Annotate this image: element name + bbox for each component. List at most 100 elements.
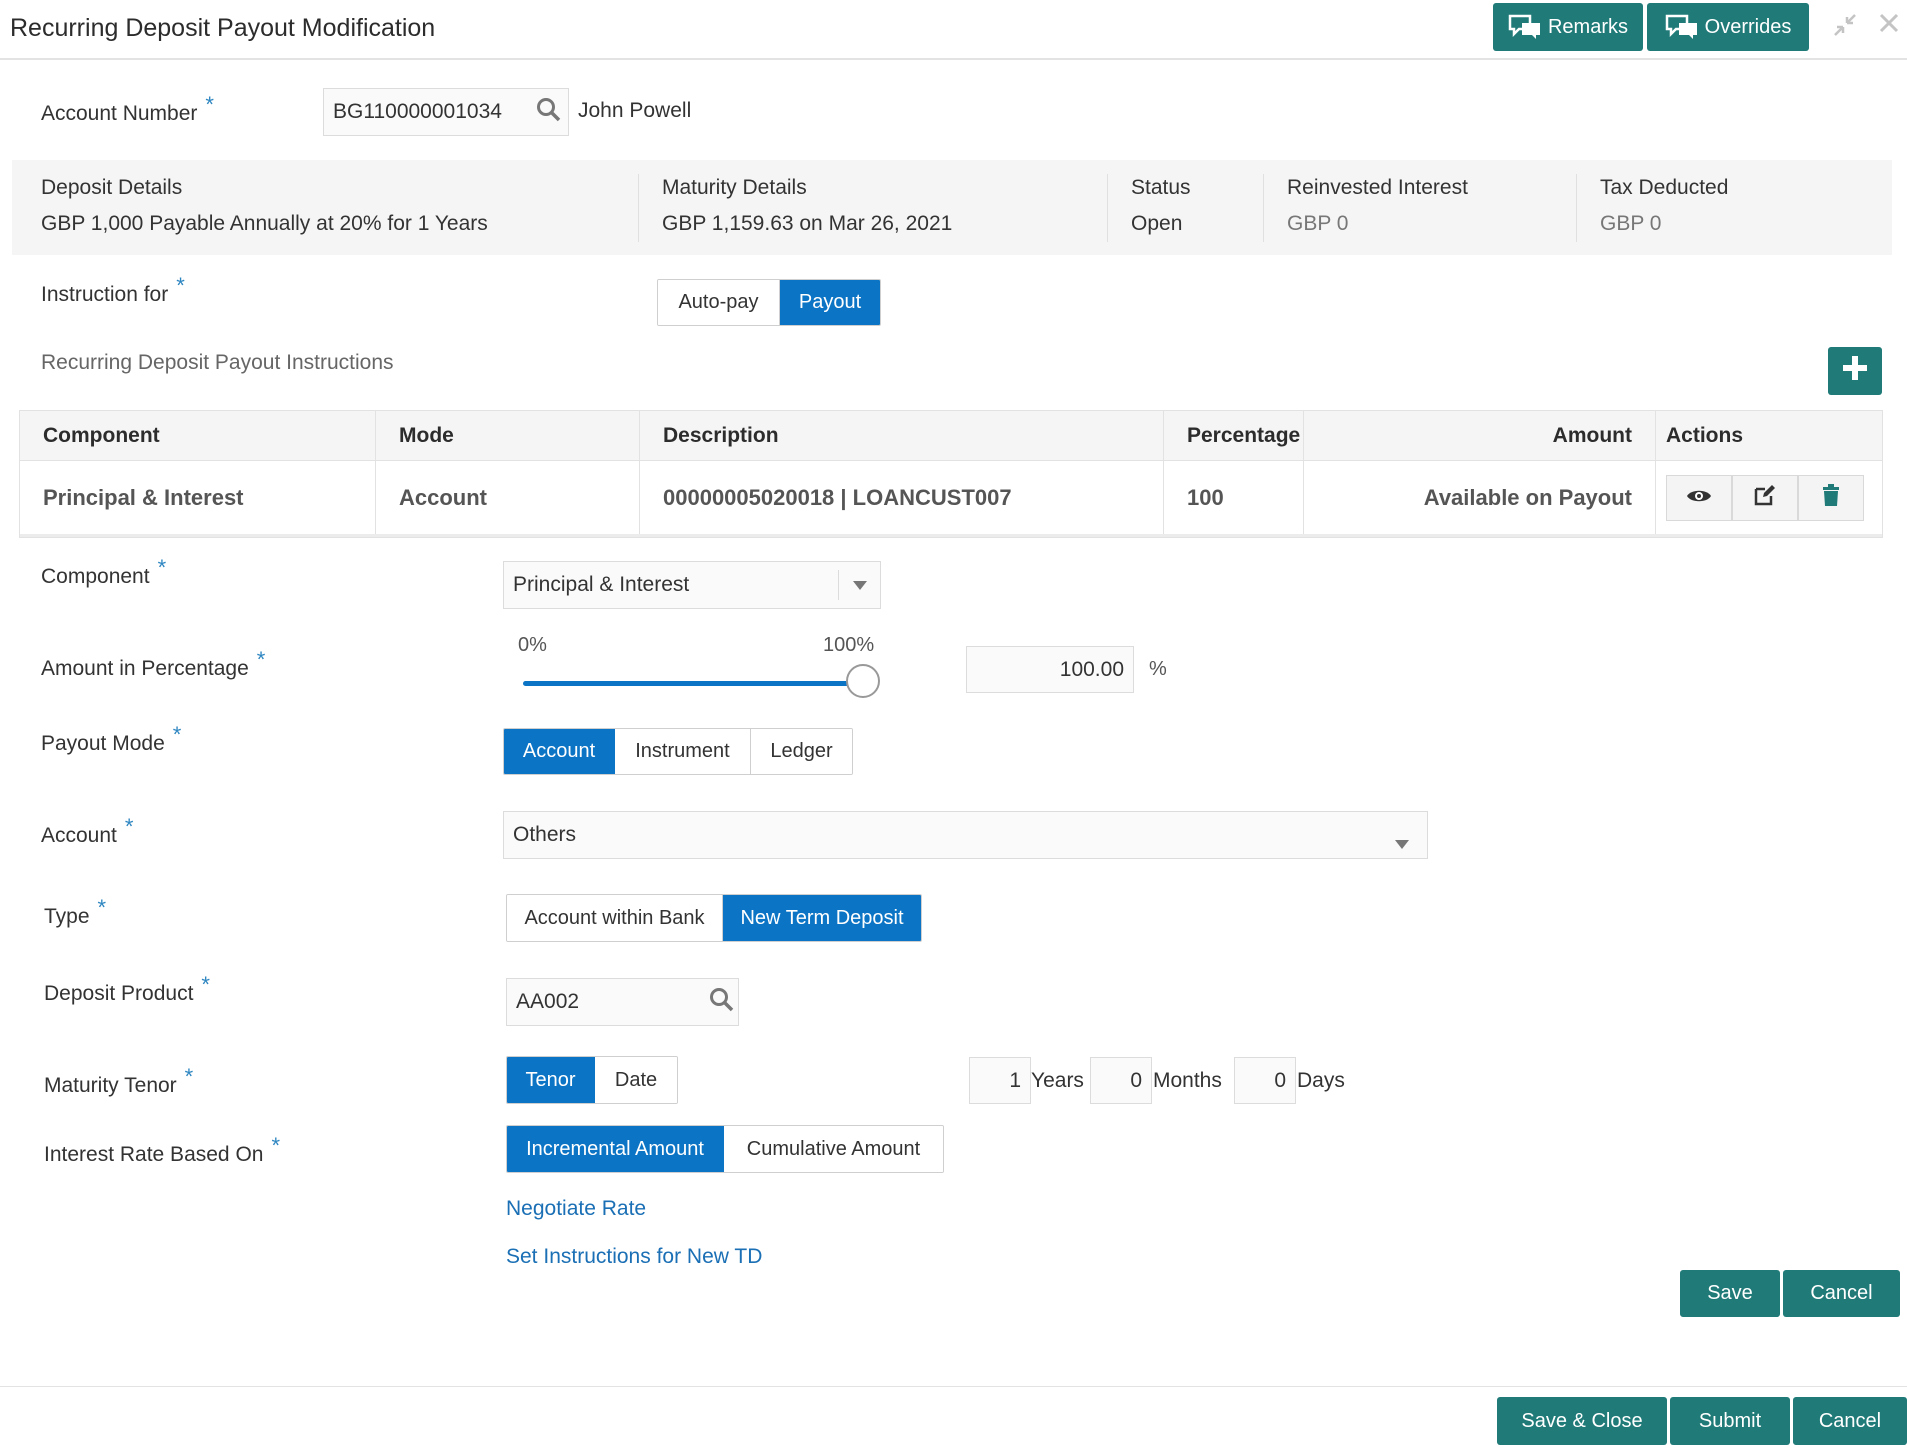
form-cancel-button[interactable]: Cancel [1783, 1270, 1900, 1317]
cell-amount: Available on Payout [1304, 461, 1656, 534]
slider-max-label: 100% [823, 634, 875, 656]
remarks-label: Remarks [1547, 15, 1628, 38]
add-instruction-button[interactable] [1828, 347, 1882, 395]
row-actions [1656, 461, 1882, 534]
reinvested-interest-label: Reinvested Interest [1287, 176, 1468, 199]
days-input[interactable]: 0 [1234, 1057, 1296, 1104]
payout-mode-toggle[interactable]: Account Instrument Ledger [503, 728, 853, 775]
type-toggle[interactable]: Account within Bank New Term Deposit [506, 894, 922, 942]
minimize-icon[interactable] [1832, 12, 1858, 45]
component-value: Principal & Interest [513, 573, 690, 596]
component-select[interactable]: Principal & Interest [503, 561, 881, 609]
instruction-for-toggle[interactable]: Auto-pay Payout [657, 279, 881, 326]
save-close-button[interactable]: Save & Close [1497, 1397, 1667, 1445]
required-star: * [124, 814, 134, 839]
instructions-section-title: Recurring Deposit Payout Instructions [41, 351, 394, 374]
chevron-down-icon [838, 570, 880, 600]
months-label: Months [1153, 1069, 1222, 1092]
maturity-tenor-toggle[interactable]: Tenor Date [506, 1056, 678, 1104]
required-star: * [184, 1064, 194, 1089]
days-value: 0 [1274, 1068, 1286, 1092]
payout-mode-ledger[interactable]: Ledger [751, 729, 852, 774]
deposit-details-value: GBP 1,000 Payable Annually at 20% for 1 … [41, 212, 488, 235]
cumulative-amount-option[interactable]: Cumulative Amount [724, 1126, 943, 1172]
column-header: Amount [1304, 411, 1656, 460]
edit-icon [1753, 483, 1777, 513]
column-header: Actions [1666, 423, 1744, 447]
required-star: * [256, 647, 266, 672]
overrides-button[interactable]: Overrides [1647, 3, 1809, 51]
chevron-down-icon [1395, 831, 1409, 855]
trash-icon [1822, 483, 1840, 512]
required-star: * [271, 1133, 281, 1158]
maturity-tenor-label: Maturity Tenor * [44, 1064, 194, 1097]
column-header: Description [640, 411, 1164, 460]
required-star: * [97, 895, 107, 920]
plus-icon [1840, 353, 1870, 389]
view-button[interactable] [1666, 474, 1732, 521]
account-label: Account * [41, 814, 134, 847]
account-number-field[interactable]: BG110000001034 [323, 88, 569, 136]
negotiate-rate-link[interactable]: Negotiate Rate [506, 1197, 646, 1221]
incremental-amount-option[interactable]: Incremental Amount [507, 1126, 724, 1172]
required-star: * [205, 92, 214, 117]
status-value: Open [1131, 212, 1183, 235]
search-icon[interactable] [536, 97, 562, 129]
type-label: Type * [44, 895, 107, 928]
column-header: Mode [376, 411, 640, 460]
account-select[interactable]: Others [503, 811, 1428, 859]
amount-percentage-input[interactable]: 100.00 [966, 646, 1134, 693]
table-row: Principal & Interest Account 00000005020… [20, 461, 1882, 537]
deposit-product-label: Deposit Product * [44, 972, 210, 1005]
type-account-within-bank[interactable]: Account within Bank [507, 895, 723, 941]
amount-percentage-value: 100.00 [1059, 657, 1124, 681]
eye-icon [1686, 485, 1712, 511]
delete-button[interactable] [1798, 474, 1864, 521]
years-label: Years [1031, 1069, 1084, 1092]
tax-deducted-value: GBP 0 [1600, 212, 1662, 235]
instruction-for-label: Instruction for * [41, 273, 185, 306]
cell-percentage: 100 [1164, 461, 1304, 534]
save-button[interactable]: Save [1680, 1270, 1780, 1317]
required-star: * [176, 273, 185, 298]
remarks-button[interactable]: Remarks [1493, 3, 1643, 51]
payout-mode-account[interactable]: Account [504, 729, 615, 774]
cell-mode: Account [376, 461, 640, 534]
edit-button[interactable] [1732, 474, 1798, 521]
account-number-value: BG110000001034 [333, 100, 502, 123]
chat-icon [1665, 14, 1699, 40]
years-value: 1 [1009, 1068, 1021, 1092]
footer-cancel-button[interactable]: Cancel [1793, 1397, 1907, 1445]
deposit-product-field[interactable]: AA002 [506, 978, 739, 1026]
maturity-details-value: GBP 1,159.63 on Mar 26, 2021 [662, 212, 953, 235]
payout-mode-instrument[interactable]: Instrument [615, 729, 751, 774]
footer-divider [0, 1386, 1907, 1387]
deposit-summary: Deposit Details GBP 1,000 Payable Annual… [12, 160, 1892, 255]
interest-rate-label: Interest Rate Based On * [44, 1133, 281, 1166]
payout-mode-label: Payout Mode * [41, 722, 182, 755]
close-icon[interactable] [1878, 12, 1900, 41]
account-value: Others [513, 823, 577, 846]
months-input[interactable]: 0 [1090, 1057, 1152, 1104]
search-icon[interactable] [709, 987, 735, 1019]
percentage-slider-thumb[interactable] [846, 664, 880, 698]
column-header: Percentage [1164, 411, 1304, 460]
divider [1107, 174, 1108, 242]
amount-percentage-label: Amount in Percentage * [41, 647, 266, 680]
set-instructions-link[interactable]: Set Instructions for New TD [506, 1245, 762, 1269]
submit-button[interactable]: Submit [1670, 1397, 1790, 1445]
years-input[interactable]: 1 [969, 1057, 1031, 1104]
divider [1263, 174, 1264, 242]
interest-rate-toggle[interactable]: Incremental Amount Cumulative Amount [506, 1125, 944, 1173]
type-new-term-deposit[interactable]: New Term Deposit [723, 895, 921, 941]
instruction-payout-option[interactable]: Payout [780, 280, 880, 325]
instruction-autopay-option[interactable]: Auto-pay [658, 280, 780, 325]
page-title: Recurring Deposit Payout Modification [10, 14, 436, 42]
tenor-option[interactable]: Tenor [507, 1057, 595, 1103]
deposit-product-value: AA002 [516, 990, 580, 1013]
percentage-slider-track[interactable] [523, 681, 864, 686]
slider-min-label: 0% [518, 634, 547, 656]
account-holder-name: John Powell [578, 99, 692, 122]
instructions-table: Component Mode Description Percentage Am… [19, 410, 1883, 538]
date-option[interactable]: Date [595, 1057, 677, 1103]
